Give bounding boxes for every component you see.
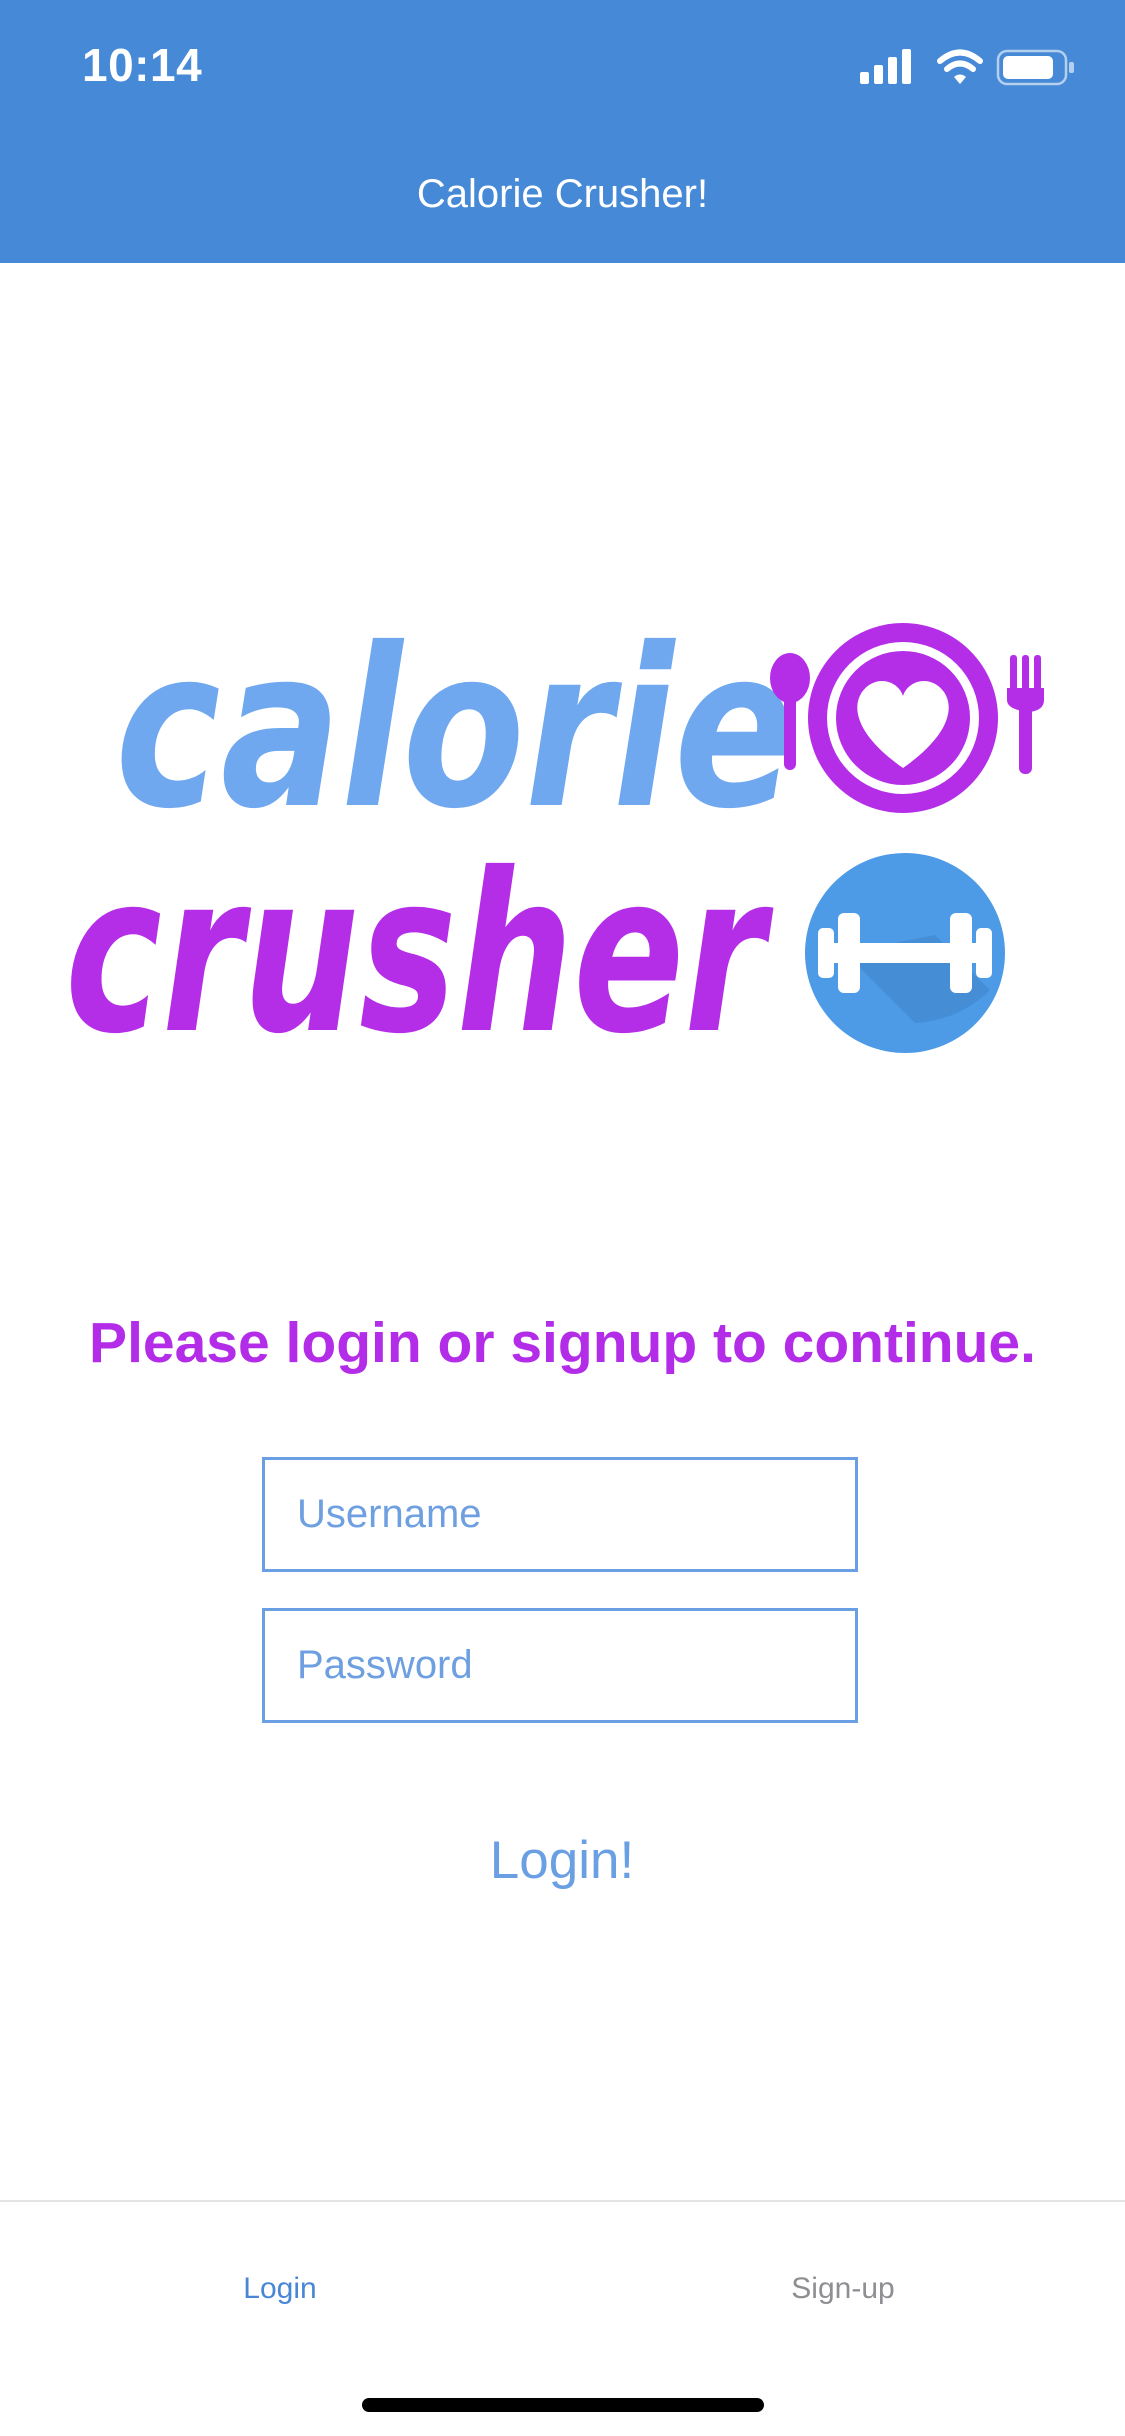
username-field-box — [262, 1457, 858, 1572]
wifi-icon — [937, 49, 983, 84]
username-input[interactable] — [265, 1460, 855, 1569]
password-field-box — [262, 1608, 858, 1723]
login-prompt: Please login or signup to continue. — [89, 1311, 1036, 1375]
signal-icon — [860, 49, 911, 84]
app-header: 10:14 Calorie Crusher! — [0, 0, 1125, 263]
status-time: 10:14 — [82, 39, 203, 91]
home-indicator — [362, 2398, 764, 2412]
logo-line-calorie: calorie — [115, 601, 795, 857]
app-logo: calorie crusher — [60, 600, 1060, 1082]
status-icons — [860, 46, 1080, 90]
battery-icon — [996, 49, 1074, 86]
login-button[interactable]: Login! — [412, 1820, 712, 1900]
dumbbell-icon — [805, 853, 1005, 1053]
tab-signup[interactable]: Sign-up — [693, 2272, 993, 2306]
plate-icon — [770, 623, 1044, 813]
tab-login[interactable]: Login — [130, 2272, 430, 2306]
page-title: Calorie Crusher! — [416, 172, 709, 216]
logo-line-crusher: crusher — [65, 826, 774, 1070]
password-input[interactable] — [265, 1611, 855, 1720]
